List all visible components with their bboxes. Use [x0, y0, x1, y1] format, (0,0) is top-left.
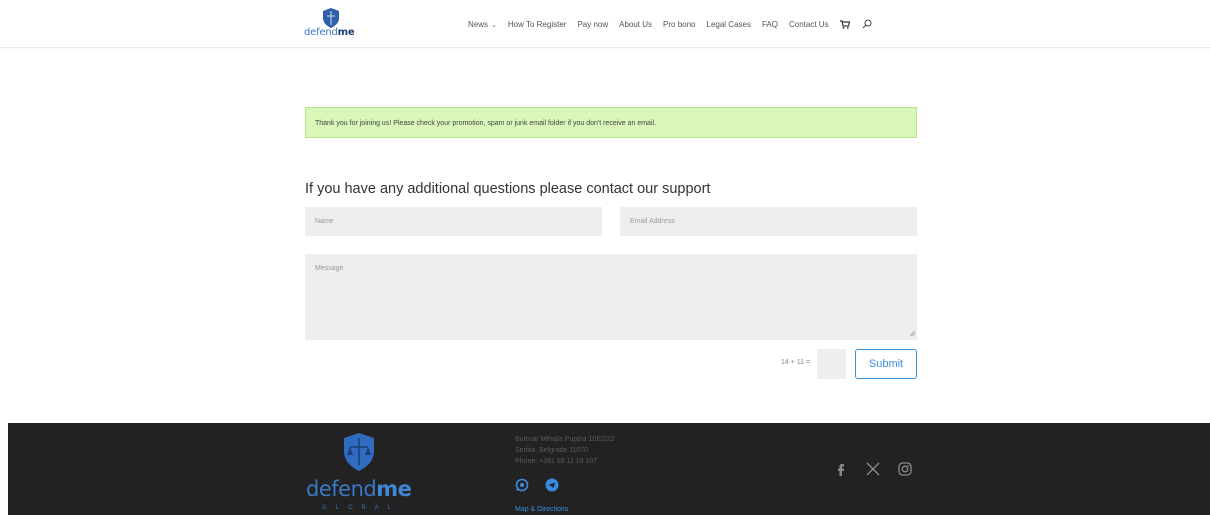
nav-item-legal-cases[interactable]: Legal Cases — [707, 20, 751, 29]
footer-logo-subtitle: GLOBAL — [322, 505, 401, 511]
site-header: defendme News ⌄ How To Register Pay now A… — [0, 0, 1210, 48]
footer-address: Bulevar Mihajla Pupina 10E/222 Serbia, B… — [515, 434, 615, 467]
telegram-icon[interactable] — [545, 478, 559, 492]
chevron-down-icon: ⌄ — [491, 21, 497, 29]
cart-icon[interactable] — [839, 19, 850, 29]
name-input[interactable]: Name — [305, 207, 602, 236]
footer-logo[interactable]: defendme GLOBAL — [305, 433, 415, 515]
nav-item-contact-us[interactable]: Contact Us — [789, 20, 829, 29]
resize-handle-icon[interactable] — [909, 330, 916, 338]
logo-wordmark: defendme — [304, 27, 355, 38]
message-textarea[interactable]: Message — [305, 254, 917, 340]
search-icon[interactable] — [862, 19, 872, 29]
x-icon[interactable] — [866, 462, 880, 476]
site-logo[interactable]: defendme — [304, 8, 360, 40]
contact-heading: If you have any additional questions ple… — [305, 181, 711, 197]
message-placeholder: Message — [315, 265, 344, 272]
email-input[interactable]: Email Address — [620, 207, 917, 236]
nav-item-faq[interactable]: FAQ — [762, 20, 778, 29]
nav-item-pay-now[interactable]: Pay now — [577, 20, 608, 29]
facebook-icon[interactable] — [834, 462, 848, 476]
messenger-links — [515, 478, 559, 492]
captcha-question: 14 + 11 = — [781, 359, 811, 366]
map-directions-link[interactable]: Map & Directions — [515, 506, 568, 513]
whatsapp-icon[interactable] — [515, 478, 529, 492]
nav-item-about-us[interactable]: About Us — [619, 20, 652, 29]
nav-item-pro-bono[interactable]: Pro bono — [663, 20, 695, 29]
instagram-icon[interactable] — [898, 462, 912, 476]
address-line: Bulevar Mihajla Pupina 10E/222 — [515, 436, 615, 443]
shield-logo-icon — [342, 433, 376, 476]
phone-line: Phone: +381 69 11 19 107 — [515, 458, 598, 465]
captcha-input[interactable] — [817, 349, 846, 379]
nav-item-news[interactable]: News ⌄ — [468, 20, 497, 29]
nav-item-how-to-register[interactable]: How To Register — [508, 20, 567, 29]
footer-logo-wordmark: defendme — [306, 477, 412, 501]
address-line: Serbia, Belgrade 11070 — [515, 447, 589, 454]
social-links — [834, 462, 912, 476]
success-message: Thank you for joining us! Please check y… — [305, 107, 917, 138]
main-nav: News ⌄ How To Register Pay now About Us P… — [468, 19, 884, 29]
submit-button[interactable]: Submit — [855, 349, 917, 379]
